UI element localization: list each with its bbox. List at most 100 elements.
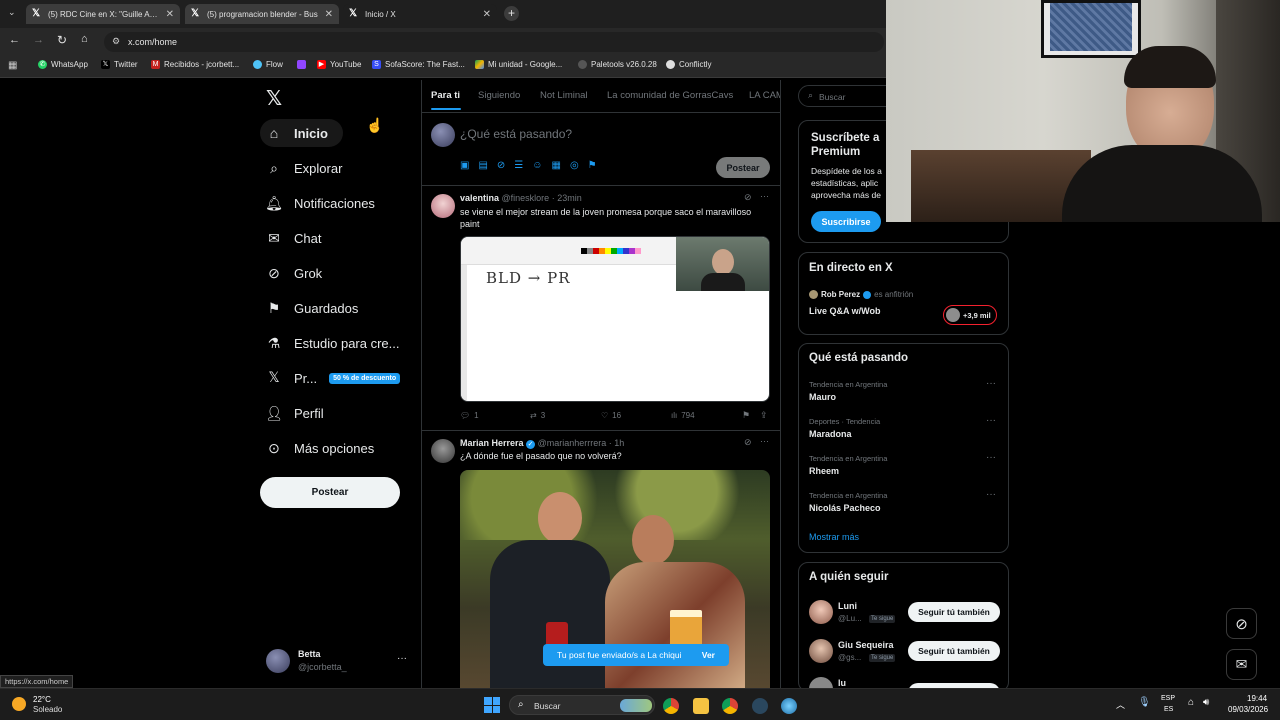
grok-floating-button[interactable]: ⊘ xyxy=(1226,608,1257,639)
nav-item-guardados[interactable]: ⚑ Guardados xyxy=(266,294,359,322)
account-more-icon[interactable]: ··· xyxy=(397,653,407,664)
image-icon[interactable]: ▣ xyxy=(460,160,469,171)
location-icon[interactable]: ◎ xyxy=(570,160,579,171)
tweet-author[interactable]: valentina xyxy=(460,193,499,203)
grok-icon[interactable]: ⊘ xyxy=(497,160,505,171)
tweet-media-image[interactable]: BLD → PR xyxy=(460,236,770,402)
back-icon[interactable]: ← xyxy=(9,34,20,46)
lang-top[interactable]: ESP xyxy=(1161,695,1175,702)
tweet-author[interactable]: Marian Herrera xyxy=(460,438,524,448)
tweet-time[interactable]: 1h xyxy=(614,438,624,448)
follow-item[interactable]: Luni @Lu... Te sigue Seguir tú también xyxy=(799,598,1008,630)
nav-item-estudio[interactable]: ⚗ Estudio para cre... xyxy=(266,329,400,357)
follow-item[interactable]: Giu Sequeira @gs... Te sigue Seguir tú t… xyxy=(799,637,1008,669)
composer-post-button[interactable]: Postear xyxy=(716,157,770,178)
tweet-time[interactable]: 23min xyxy=(557,193,582,203)
taskbar-search[interactable]: ⌕ Buscar xyxy=(509,695,655,715)
forward-icon[interactable]: → xyxy=(33,34,44,46)
trend-more-icon[interactable]: ··· xyxy=(986,489,996,500)
address-field[interactable]: ⚙ x.com/home xyxy=(104,32,884,52)
share-icon[interactable]: ⇪ xyxy=(760,410,768,421)
post-button[interactable]: Postear xyxy=(260,477,400,508)
poll-icon[interactable]: ☰ xyxy=(514,160,523,171)
bookmark-flow[interactable]: Flow xyxy=(253,60,283,69)
composer-input[interactable]: ¿Qué está pasando? xyxy=(460,127,572,141)
tweet-handle[interactable]: @finesklore xyxy=(502,193,550,203)
nav-item-notificaciones[interactable]: 🔔︎ Notificaciones xyxy=(265,189,375,217)
tab-close-icon[interactable]: ✕ xyxy=(483,9,491,20)
bookmark-whatsapp[interactable]: ✆ WhatsApp xyxy=(38,60,88,69)
clock-time[interactable]: 19:44 xyxy=(1247,694,1267,703)
bookmark-paletools[interactable]: Paletools v26.0.28 xyxy=(578,60,657,69)
tweet-handle[interactable]: @marianherrrera xyxy=(538,438,607,448)
volume-icon[interactable]: 🔊︎ xyxy=(1203,697,1209,708)
bookmark-conflictly[interactable]: Conflictly xyxy=(666,60,711,69)
tab-siguiendo[interactable]: Siguiendo xyxy=(478,90,520,101)
tweet-more-icon[interactable]: ··· xyxy=(760,436,769,446)
tweet-more-icon[interactable]: ··· xyxy=(760,191,769,201)
grok-icon[interactable]: ⊘ xyxy=(744,192,752,203)
nav-item-grok[interactable]: ⊘ Grok xyxy=(266,259,322,287)
nav-item-chat[interactable]: ✉ Chat xyxy=(266,224,321,252)
nav-item-explorar[interactable]: ⌕ Explorar xyxy=(266,154,342,182)
trend-item[interactable]: Tendencia en Argentina Mauro xyxy=(809,380,999,402)
subscribe-button[interactable]: Suscribirse xyxy=(811,211,881,232)
follow-back-button[interactable]: Seguir tú también xyxy=(908,641,1000,661)
nav-item-premium[interactable]: 𝕏 Pr... 50 % de descuento xyxy=(266,364,401,392)
tab-not-liminal[interactable]: Not Liminal xyxy=(540,90,588,101)
x-logo[interactable]: 𝕏 xyxy=(266,86,282,110)
gif-icon[interactable]: ▤ xyxy=(478,160,487,171)
bookmark-icon[interactable]: ⚑ xyxy=(742,410,750,421)
like-button[interactable]: ♡ 16 xyxy=(601,411,621,420)
repost-button[interactable]: ⇄ 3 xyxy=(530,411,545,420)
steam-icon[interactable] xyxy=(752,698,768,714)
globe-app-icon[interactable] xyxy=(781,698,797,714)
browser-tab-3[interactable]: 𝕏 Inicio / X ✕ xyxy=(343,4,497,24)
browser-tab-1[interactable]: 𝕏 (5) RDC Cine en X: "Guille Aqui ✕ xyxy=(26,4,180,24)
trend-item[interactable]: Tendencia en Argentina Rheem xyxy=(809,454,999,476)
toast-view-link[interactable]: Ver xyxy=(702,650,715,660)
weather-widget[interactable]: 22°C Soleado xyxy=(12,694,92,716)
chrome-taskbar-icon[interactable] xyxy=(663,698,679,714)
site-info-icon[interactable]: ⚙ xyxy=(112,36,120,47)
home-page-icon[interactable]: ⌂ xyxy=(81,33,88,45)
nav-item-inicio[interactable]: ⌂ Inicio xyxy=(266,119,328,147)
tab-close-icon[interactable]: ✕ xyxy=(166,9,174,20)
follow-back-button[interactable]: Seguir tú también xyxy=(908,602,1000,622)
lang-bottom[interactable]: ES xyxy=(1164,706,1173,713)
bookmark-sofascore[interactable]: S SofaScore: The Fast... xyxy=(372,60,465,69)
bookmark-drive[interactable]: Mi unidad - Google... xyxy=(475,60,562,69)
trend-more-icon[interactable]: ··· xyxy=(986,452,996,463)
reload-icon[interactable]: ↻ xyxy=(57,33,67,47)
account-switcher[interactable]: Betta @jcorbetta_ ··· xyxy=(262,645,412,677)
tab-close-icon[interactable]: ✕ xyxy=(325,9,333,20)
schedule-icon[interactable]: ▦ xyxy=(551,160,560,171)
trend-more-icon[interactable]: ··· xyxy=(986,378,996,389)
bookmark-youtube[interactable]: ▶ YouTube xyxy=(317,60,361,69)
clock-date[interactable]: 09/03/2026 xyxy=(1228,705,1268,714)
tab-para-ti[interactable]: Para ti xyxy=(431,90,460,101)
emoji-icon[interactable]: ☺ xyxy=(532,160,542,171)
tweet-1[interactable]: valentina @finesklore · 23min ⊘ ··· se v… xyxy=(422,186,780,430)
nav-item-perfil[interactable]: 👤︎ Perfil xyxy=(265,399,324,427)
bookmark-gmail[interactable]: M Recibidos - jcorbett... xyxy=(151,60,239,69)
bookmark-twitter[interactable]: 𝕏 Twitter xyxy=(101,60,138,69)
tab-gorrascavs[interactable]: La comunidad de GorrasCavs xyxy=(607,90,733,101)
nav-item-mas-opciones[interactable]: ⊙ Más opciones xyxy=(266,434,374,462)
bookmark-twitch[interactable] xyxy=(297,60,306,69)
tab-la-cam[interactable]: LA CAM xyxy=(749,90,780,101)
messages-floating-button[interactable]: ✉ xyxy=(1226,649,1257,680)
start-button[interactable] xyxy=(484,697,500,713)
trend-item[interactable]: Deportes · Tendencia Maradona xyxy=(809,417,999,439)
tray-expand-icon[interactable]: ︿ xyxy=(1116,698,1125,711)
live-event-title[interactable]: Live Q&A w/Wob xyxy=(809,306,881,316)
trend-item[interactable]: Tendencia en Argentina Nicolás Pacheco xyxy=(809,491,999,513)
new-tab-button[interactable]: + xyxy=(504,6,519,21)
reply-button[interactable]: 💬︎ 1 xyxy=(460,411,479,420)
file-explorer-icon[interactable] xyxy=(693,698,709,714)
grok-icon[interactable]: ⊘ xyxy=(744,437,752,448)
trend-more-icon[interactable]: ··· xyxy=(986,415,996,426)
flag-icon[interactable]: ⚑ xyxy=(588,160,597,171)
network-icon[interactable]: ⌂ xyxy=(1188,697,1194,708)
browser-tab-2[interactable]: 𝕏 (5) programacion blender - Bus ✕ xyxy=(185,4,339,24)
